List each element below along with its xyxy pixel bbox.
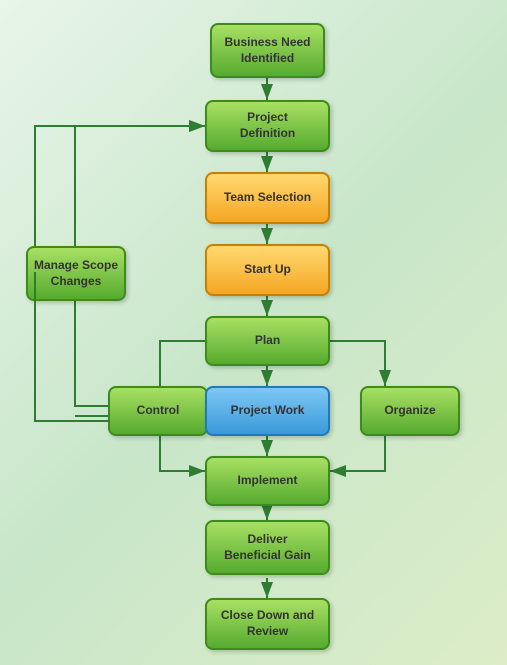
business-need-node: Business Need Identified: [210, 23, 325, 78]
close-down-node: Close Down and Review: [205, 598, 330, 650]
organize-node: Organize: [360, 386, 460, 436]
start-up-node: Start Up: [205, 244, 330, 296]
project-work-label: Project Work: [231, 403, 305, 419]
plan-node: Plan: [205, 316, 330, 366]
business-need-label: Business Need Identified: [224, 35, 310, 66]
team-selection-node: Team Selection: [205, 172, 330, 224]
control-label: Control: [137, 403, 180, 419]
deliver-label: Deliver Beneficial Gain: [224, 532, 311, 563]
implement-label: Implement: [237, 473, 297, 489]
control-node: Control: [108, 386, 208, 436]
deliver-node: Deliver Beneficial Gain: [205, 520, 330, 575]
project-work-node: Project Work: [205, 386, 330, 436]
close-down-label: Close Down and Review: [221, 608, 314, 639]
flowchart-diagram: Business Need Identified Project Definit…: [0, 0, 507, 665]
start-up-label: Start Up: [244, 262, 291, 278]
manage-scope-label: Manage Scope Changes: [34, 258, 118, 289]
project-definition-label: Project Definition: [240, 110, 295, 141]
manage-scope-node: Manage Scope Changes: [26, 246, 126, 301]
project-definition-node: Project Definition: [205, 100, 330, 152]
plan-label: Plan: [255, 333, 280, 349]
organize-label: Organize: [384, 403, 435, 419]
implement-node: Implement: [205, 456, 330, 506]
team-selection-label: Team Selection: [224, 190, 311, 206]
